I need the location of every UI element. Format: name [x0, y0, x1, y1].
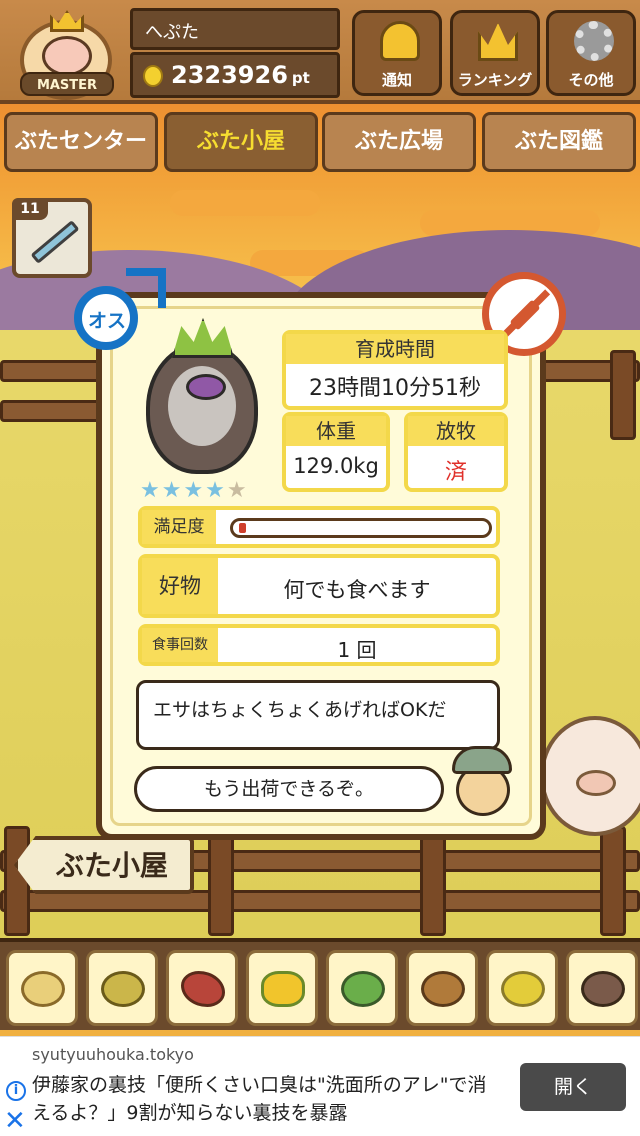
food-bar: [0, 938, 640, 1030]
advice-line-1: エサはちょくちょくあげればOKだ: [153, 699, 447, 721]
star-empty-icon: ★: [226, 478, 249, 503]
boar-snout: [186, 374, 226, 400]
favorite-label: 好物: [142, 558, 218, 614]
points-bar: 2323926 pt: [130, 52, 340, 98]
tab-pig-encyclopedia[interactable]: ぶた図鑑: [482, 112, 636, 172]
corn-icon: [261, 971, 305, 1007]
syringe-icon: [30, 220, 80, 264]
food-sweet-potato-button[interactable]: [166, 950, 238, 1026]
cloud: [170, 190, 320, 216]
sex-label: オス: [87, 310, 126, 332]
fence-post: [600, 826, 626, 936]
ad-banner[interactable]: syutyuuhouka.tokyo i ✕ 伊藤家の裏技「便所くさい口臭は"洗…: [0, 1036, 640, 1136]
info-icon[interactable]: i: [6, 1081, 26, 1101]
notification-label: 通知: [381, 71, 412, 89]
favorite-value: 何でも食べます: [283, 578, 431, 602]
player-avatar[interactable]: MASTER: [12, 6, 122, 102]
close-icon[interactable]: ✕: [4, 1107, 26, 1135]
tab-pig-center[interactable]: ぶたセンター: [4, 112, 158, 172]
grain-plate-icon: [501, 971, 545, 1007]
ranking-button[interactable]: ランキング: [450, 10, 540, 96]
graze-value: 済: [444, 460, 467, 485]
prohibit-slash: [499, 289, 551, 340]
gear-icon: [574, 21, 614, 61]
satisfaction-fill: [239, 523, 246, 533]
food-grain-plate-button[interactable]: [486, 950, 558, 1026]
food-acorn-button[interactable]: [406, 950, 478, 1026]
shed-sign: ぶた小屋: [14, 836, 194, 894]
pig-snout: [576, 770, 616, 796]
points-unit: pt: [291, 69, 310, 87]
weight-value: 129.0kg: [293, 454, 379, 478]
bell-icon: [380, 21, 420, 61]
ad-text: 伊藤家の裏技「便所くさい口臭は"洗面所のアレ"で消えるよ？」9割が知らない裏技を…: [32, 1074, 487, 1124]
boar-portrait: [138, 316, 268, 476]
tab-pig-plaza[interactable]: ぶた広場: [322, 112, 476, 172]
other-label: その他: [568, 71, 614, 89]
boar-hair: [172, 318, 234, 358]
username-bar: へぷた: [130, 8, 340, 50]
growth-time-field: 育成時間 23時間10分51秒: [282, 330, 508, 410]
herb-nuts-icon: [341, 971, 385, 1007]
crown-icon: [478, 23, 518, 61]
meals-field: 食事回数 1 回: [138, 624, 500, 666]
username: へぷた: [145, 22, 199, 43]
coin-icon: [143, 65, 163, 87]
other-button[interactable]: その他: [546, 10, 636, 96]
top-header: MASTER へぷた 2323926 pt 通知 ランキング その他: [0, 0, 640, 104]
satisfaction-bar: [230, 518, 492, 538]
food-mixed-grain-button[interactable]: [86, 950, 158, 1026]
crown-icon: [50, 10, 84, 32]
fence-post: [610, 350, 636, 440]
soybeans-icon: [21, 971, 65, 1007]
weight-label: 体重: [286, 416, 386, 446]
tab-pig-shed[interactable]: ぶた小屋: [164, 112, 318, 172]
item-count: 11: [12, 198, 48, 220]
sweet-potato-icon: [181, 971, 225, 1007]
meals-value: 1 回: [337, 638, 377, 662]
food-meatball-plate-button[interactable]: [566, 950, 638, 1026]
favorite-field: 好物 何でも食べます: [138, 554, 500, 618]
food-corn-button[interactable]: [246, 950, 318, 1026]
ad-domain: syutyuuhouka.tokyo: [32, 1045, 194, 1064]
advice-bubble: エサはちょくちょくあげればOKだ: [136, 680, 500, 750]
notification-button[interactable]: 通知: [352, 10, 442, 96]
points-value: 2323926 pt: [171, 61, 310, 89]
fence-post: [208, 826, 234, 936]
graze-field: 放牧 済: [404, 412, 508, 492]
rating-stars: ★★★★★: [140, 478, 249, 503]
growth-time-label: 育成時間: [286, 334, 504, 364]
farmer-hat: [452, 746, 512, 774]
meatball-plate-icon: [581, 971, 625, 1007]
food-herb-nuts-button[interactable]: [326, 950, 398, 1026]
acorn-icon: [421, 971, 465, 1007]
pig-character[interactable]: [540, 716, 640, 836]
main-tabs: ぶたセンター ぶた小屋 ぶた広場 ぶた図鑑: [0, 108, 640, 174]
ad-open-button[interactable]: 開く: [520, 1063, 626, 1111]
satisfaction-label: 満足度: [142, 510, 216, 544]
food-soybeans-button[interactable]: [6, 950, 78, 1026]
ranking-label: ランキング: [457, 71, 533, 89]
farmer-icon: [446, 746, 522, 818]
mixed-grain-icon: [101, 971, 145, 1007]
advice-bubble-2: もう出荷できるぞ。: [134, 766, 444, 812]
satisfaction-field: 満足度: [138, 506, 500, 548]
rank-ribbon: MASTER: [20, 72, 114, 96]
weight-field: 体重 129.0kg: [282, 412, 390, 492]
graze-label: 放牧: [408, 416, 504, 446]
meals-label: 食事回数: [142, 628, 218, 662]
star-filled-icon: ★★★★: [140, 478, 227, 503]
growth-time-value: 23時間10分51秒: [309, 376, 481, 401]
advice-line-2: もう出荷できるぞ。: [203, 778, 375, 800]
fence-post: [420, 826, 446, 936]
pig-face-icon: [42, 36, 92, 76]
